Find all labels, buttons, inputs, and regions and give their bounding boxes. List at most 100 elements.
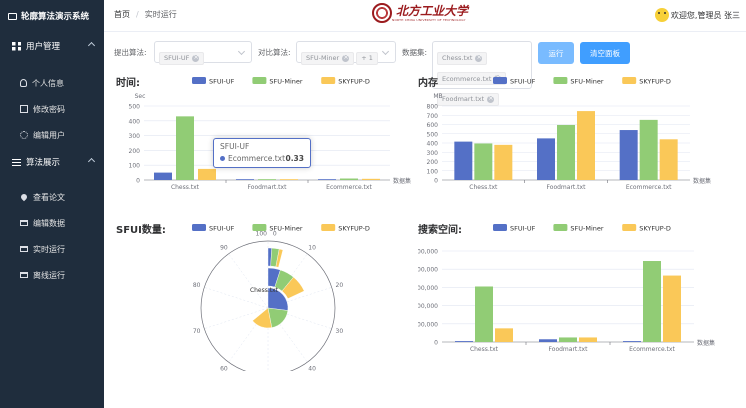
proposed-algorithm-select[interactable]: SFUI-UF	[154, 41, 252, 65]
bar	[475, 286, 493, 342]
legend-swatch	[553, 77, 568, 84]
bar	[340, 178, 358, 180]
close-icon[interactable]	[192, 53, 200, 62]
edit-icon	[20, 105, 28, 113]
bar	[198, 168, 216, 180]
memory-chart-canvas[interactable]: 0 100 200 300 400 500 600 700 800 MB 数据集 Chess.txt F…	[418, 74, 740, 194]
compare-algorithm-select[interactable]: SFU-Miner + 1	[296, 41, 396, 65]
close-icon[interactable]	[342, 53, 350, 62]
bar	[154, 172, 172, 180]
y-tick-label: 0	[136, 178, 140, 185]
angle-tick-label: 10	[308, 244, 316, 251]
sidebar-item-edit-data[interactable]: 编辑数据	[0, 210, 104, 236]
x-tick-label: Foodmart.txt	[549, 346, 589, 353]
legend-label: SFU-Miner	[570, 225, 604, 233]
y-tick-label: 600	[427, 122, 439, 129]
avatar[interactable]	[654, 8, 669, 22]
bar	[176, 116, 194, 180]
compare-algorithm-label: 对比算法:	[258, 48, 291, 57]
breadcrumb-home[interactable]: 首页	[114, 10, 130, 19]
tag-label: SFU-Miner	[306, 54, 340, 62]
legend-label: SKYFUP-D	[338, 78, 370, 86]
sidebar-item-label: 实时运行	[33, 244, 65, 254]
y-axis-label: Sec	[135, 93, 146, 100]
sidebar-item-label: 编辑用户	[33, 130, 65, 140]
search-space-chart: 搜索空间: 010,000,00020,000,00030,000,00040,…	[418, 221, 740, 356]
clear-panel-button[interactable]: 清空面板	[580, 42, 630, 64]
chevron-down-icon	[237, 47, 246, 56]
sidebar-item-profile[interactable]: 个人信息	[0, 70, 104, 96]
y-tick-label: 10,000,000	[418, 321, 438, 328]
sfui-count-chart: SFUI数量: 0102030405060708090100Chess.txtS…	[116, 221, 416, 371]
tooltip-value: 0.33	[285, 154, 304, 163]
tooltip-label: Ecommerce.txt	[228, 154, 286, 163]
x-tick-label: Foodmart.txt	[248, 184, 288, 191]
y-tick-label: 400	[129, 118, 141, 125]
y-tick-label: 50,000,000	[418, 249, 438, 256]
selected-tag: SFUI-UF	[159, 51, 205, 65]
tag-label: SFUI-UF	[164, 54, 190, 62]
time-chart-canvas[interactable]: 0 100 200 300 400 500 Sec 数据集 Chess.txt Foodmart.…	[116, 74, 416, 194]
sidebar-item-label: 修改密码	[33, 104, 65, 114]
y-tick-label: 400	[427, 141, 439, 148]
close-icon[interactable]	[475, 53, 483, 62]
angle-tick-label: 80	[193, 282, 201, 289]
legend-label: SFUI-UF	[510, 78, 536, 86]
bar	[236, 179, 254, 180]
sidebar-item-offline-run[interactable]: 离线运行	[0, 262, 104, 288]
legend-swatch	[622, 224, 637, 231]
sidebar-item-label: 个人信息	[32, 78, 64, 88]
category-label: Chess.txt	[250, 287, 279, 294]
memory-chart: 内存 0 100 200 300 400 500 600 700 800 MB 数据集 Chess.t…	[418, 74, 740, 194]
bar	[454, 141, 473, 180]
y-tick-label: 500	[427, 131, 439, 138]
breadcrumb-current: 实时运行	[144, 10, 177, 19]
sidebar-item-change-password[interactable]: 修改密码	[0, 96, 104, 122]
cart-icon	[20, 272, 28, 278]
y-tick-label: 0	[434, 178, 438, 185]
bar	[577, 111, 595, 180]
legend-label: SFUI-UF	[209, 225, 235, 233]
bar	[494, 144, 513, 180]
legend-label: SKYFUP-D	[338, 225, 370, 233]
monitor-icon	[8, 12, 17, 20]
run-button[interactable]: 运行	[538, 42, 574, 64]
bar	[639, 119, 658, 180]
sidebar-section-algorithms[interactable]: 算法展示	[0, 148, 104, 176]
angle-tick-label: 90	[220, 244, 228, 251]
university-seal-icon	[372, 3, 392, 23]
x-tick-label: Chess.txt	[171, 184, 200, 191]
chevron-up-icon	[87, 41, 96, 50]
logo-text: 北方工业大学	[396, 4, 469, 18]
bar	[663, 275, 681, 342]
legend-swatch	[192, 224, 206, 231]
legend-label: SFU-Miner	[570, 78, 604, 86]
bar	[623, 341, 641, 342]
proposed-algorithm-label: 提出算法:	[114, 48, 147, 57]
x-axis-label: 数据集	[393, 177, 411, 185]
angle-tick-label: 30	[336, 328, 344, 335]
y-tick-label: 700	[427, 113, 439, 120]
sidebar-item-realtime-run[interactable]: 实时运行	[0, 236, 104, 262]
y-tick-label: 100	[427, 168, 439, 175]
legend-swatch	[321, 224, 336, 231]
x-tick-label: Ecommerce.txt	[626, 184, 672, 191]
sidebar-section-label: 算法展示	[26, 158, 61, 168]
legend-swatch	[321, 77, 336, 84]
sidebar-item-view-papers[interactable]: 查看论文	[0, 184, 104, 210]
user-greeting[interactable]: 欢迎您,管理员 张三	[654, 8, 740, 22]
sidebar-section-user-management[interactable]: 用户管理	[0, 32, 104, 60]
bar	[318, 179, 336, 180]
angle-tick-label: 60	[220, 366, 228, 371]
legend-label: SKYFUP-D	[639, 78, 671, 86]
bar	[557, 124, 575, 180]
cart-icon	[20, 246, 28, 252]
sfui-count-chart-canvas[interactable]: 0102030405060708090100Chess.txtSFUI-UFSF…	[116, 221, 416, 371]
sidebar-item-edit-users[interactable]: 编辑用户	[0, 122, 104, 148]
search-space-chart-canvas[interactable]: 0 10,000,000 20,000,000 30,000,000 40,000,00…	[418, 221, 740, 356]
chevron-up-icon	[87, 157, 96, 166]
legend-swatch	[252, 77, 267, 84]
y-tick-label: 40,000,000	[418, 267, 438, 274]
polar-grid-line	[228, 253, 269, 309]
bar	[539, 339, 557, 342]
